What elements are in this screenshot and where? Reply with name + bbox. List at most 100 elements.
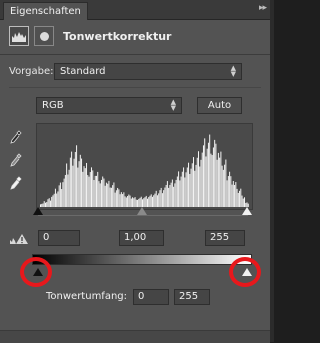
histogram-bar [174, 183, 176, 207]
histogram-bar [89, 172, 91, 207]
histogram-bar [165, 184, 167, 207]
histogram-bar [226, 180, 228, 207]
histogram-bar [221, 165, 223, 207]
auto-button[interactable]: Auto [197, 97, 242, 114]
input-gamma-handle[interactable] [137, 207, 147, 215]
histogram-bar [143, 198, 145, 207]
channel-select[interactable]: RGB ▲ ▼ [36, 97, 182, 114]
histogram-bar [139, 197, 141, 207]
input-black-field[interactable]: 0 [38, 230, 80, 246]
histogram-bar [52, 195, 54, 207]
input-slider-track [38, 215, 248, 216]
histogram-bar [102, 176, 104, 207]
histogram-bar [72, 165, 74, 207]
histogram-bar [95, 175, 97, 207]
histogram-bar [127, 195, 129, 207]
histogram-bar [107, 183, 109, 207]
histogram-bar [207, 142, 209, 207]
histogram-bar [199, 166, 201, 207]
histogram-bar [77, 167, 79, 207]
histogram-bar [194, 170, 196, 207]
histogram-bar [232, 181, 234, 207]
histogram-bar [227, 176, 229, 208]
histogram-bar [91, 167, 93, 207]
histogram-bar [57, 191, 59, 207]
levels-adjustment-icon[interactable] [9, 26, 29, 46]
histogram-bar [176, 176, 178, 207]
histogram-bar [82, 171, 84, 207]
histogram-bar [163, 190, 165, 207]
histogram-bar [56, 193, 58, 207]
histogram-bar [151, 196, 153, 207]
output-gradient-bar [32, 254, 252, 265]
histogram-bar [156, 195, 158, 207]
histogram-bar [211, 155, 213, 207]
histogram-bar [97, 171, 99, 207]
preset-select[interactable]: Standard ▲ ▼ [54, 63, 242, 80]
histogram-bar [79, 154, 81, 207]
histogram-bar [197, 151, 199, 207]
histogram-bar [178, 171, 180, 207]
tab-properties[interactable]: Eigenschaften [3, 2, 88, 20]
histogram-bar [189, 173, 191, 207]
histogram-bar [231, 184, 233, 207]
histogram-bar [49, 200, 51, 207]
panel-footer [0, 330, 270, 343]
white-point-eyedropper-icon[interactable] [10, 176, 22, 190]
input-white-field[interactable]: 255 [205, 230, 245, 246]
highlight-circle [229, 257, 261, 287]
histogram-bar [68, 169, 70, 207]
histogram [36, 123, 253, 210]
histogram-bar [88, 176, 90, 207]
layer-mask-icon[interactable] [34, 26, 54, 46]
histogram-bar [124, 196, 126, 207]
histogram-bar [161, 193, 163, 207]
output-white-field[interactable]: 255 [174, 289, 210, 305]
histogram-bar [242, 198, 244, 207]
histogram-bar [66, 163, 68, 207]
histogram-bar [64, 174, 66, 207]
channel-value: RGB [42, 100, 64, 111]
histogram-bar [175, 179, 177, 207]
histogram-bar [144, 197, 146, 207]
histogram-bar [98, 181, 100, 207]
black-point-eyedropper-icon[interactable] [10, 130, 22, 144]
histogram-bar [120, 192, 122, 207]
histogram-bar [58, 185, 60, 207]
output-black-field[interactable]: 0 [133, 289, 169, 305]
histogram-bar [180, 176, 182, 207]
histogram-bar [83, 166, 85, 207]
histogram-bar [206, 148, 208, 207]
histogram-bar [146, 198, 148, 207]
histogram-bar [209, 134, 211, 207]
clipping-warning-icon[interactable] [9, 233, 29, 245]
preset-label: Vorgabe: [9, 66, 54, 77]
histogram-bar [191, 163, 193, 207]
histogram-bar [149, 195, 151, 207]
input-gamma-field[interactable]: 1,00 [119, 230, 164, 246]
histogram-bar [184, 177, 186, 207]
histogram-bar [220, 151, 222, 207]
histogram-bar [186, 167, 188, 207]
histogram-bar [123, 192, 125, 207]
double-chevron-right-icon[interactable]: ▸▸ [259, 3, 267, 13]
histogram-bar [171, 179, 173, 207]
histogram-bar [169, 184, 171, 207]
gray-point-eyedropper-icon[interactable] [10, 153, 22, 167]
histogram-bar [154, 193, 156, 207]
input-white-point-handle[interactable] [242, 207, 252, 215]
histogram-bar [43, 201, 45, 207]
histogram-bar [190, 168, 192, 207]
histogram-bar [219, 157, 221, 207]
histogram-bar [150, 194, 152, 207]
histogram-bar [62, 182, 64, 207]
histogram-bar [188, 162, 190, 207]
output-levels-label: Tonwertumfang: [46, 291, 128, 302]
histogram-bar [47, 199, 49, 207]
histogram-bar [196, 157, 198, 207]
input-black-point-handle[interactable] [33, 207, 43, 215]
histogram-bar [48, 198, 50, 207]
histogram-bar [92, 170, 94, 207]
histogram-bar [244, 197, 246, 207]
histogram-bar [148, 197, 150, 207]
